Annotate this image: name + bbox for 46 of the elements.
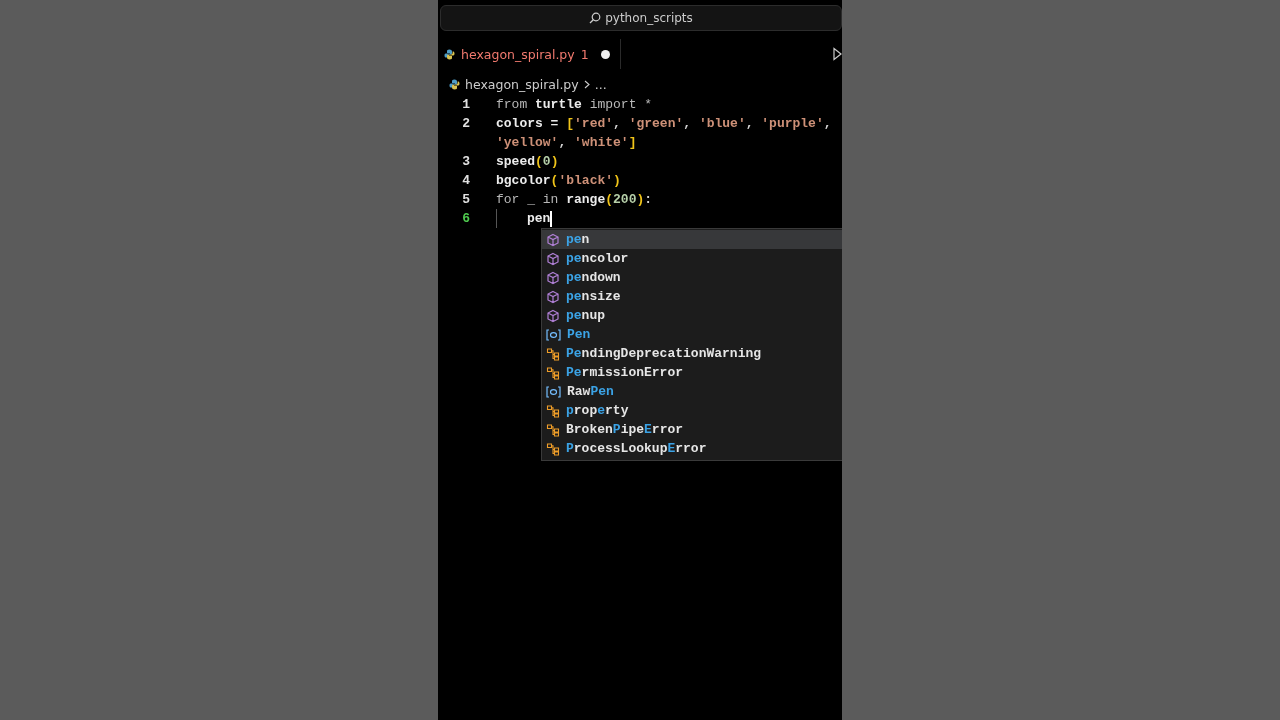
- text-cursor: [550, 210, 553, 227]
- python-icon: [444, 48, 455, 60]
- line-number: 1: [461, 96, 470, 114]
- suggestion-item[interactable]: ProcessLookupError: [542, 439, 842, 458]
- class-icon: [546, 365, 560, 380]
- code-line: bgcolor('black'): [496, 172, 621, 190]
- suggestion-item[interactable]: pencolor: [542, 249, 842, 268]
- search-icon: [589, 12, 602, 24]
- suggestion-item[interactable]: pensize: [542, 287, 842, 306]
- suggestion-item[interactable]: penup: [542, 306, 842, 325]
- code-line: from turtle import *: [496, 96, 653, 114]
- class-icon: [546, 403, 560, 418]
- suggestion-item[interactable]: PermissionError: [542, 363, 842, 382]
- chevron-icon: [583, 79, 590, 89]
- code-line: for _ in range(200):: [496, 191, 653, 209]
- suggestion-item[interactable]: pen: [542, 230, 842, 249]
- line-number: 2: [461, 115, 470, 133]
- run-icon[interactable]: [833, 47, 842, 61]
- search-text: python_scripts: [605, 11, 693, 25]
- cube-icon: [546, 270, 560, 285]
- suggestion-item[interactable]: RawPen: [542, 382, 842, 401]
- cube-icon: [546, 232, 560, 247]
- line-number: 5: [461, 191, 470, 209]
- class-icon: [546, 441, 560, 456]
- class-icon: [546, 346, 560, 361]
- suggestion-item[interactable]: pendown: [542, 268, 842, 287]
- breadcrumb-item[interactable]: ...: [594, 76, 607, 92]
- search-field[interactable]: python_scripts: [440, 5, 842, 31]
- cube-icon: [546, 251, 560, 266]
- suggestion-item[interactable]: BrokenPipeError: [542, 420, 842, 439]
- cube-icon: [546, 308, 560, 323]
- class-icon: [546, 422, 560, 437]
- variable-icon: [546, 385, 561, 398]
- suggestion-item[interactable]: PendingDeprecationWarning: [542, 344, 842, 363]
- code-line: pen: [527, 210, 551, 228]
- variable-icon: [546, 328, 561, 341]
- line-number: 6: [461, 210, 470, 228]
- suggestion-item[interactable]: property: [542, 401, 842, 420]
- code-line: speed(0): [496, 153, 559, 171]
- line-number: 3: [461, 153, 470, 171]
- cube-icon: [546, 289, 560, 304]
- python-icon: [449, 78, 460, 90]
- suggestion-item[interactable]: Pen: [542, 325, 842, 344]
- line-number: 4: [461, 172, 470, 190]
- breadcrumb-item[interactable]: hexagon_spiral.py: [465, 76, 579, 92]
- code-line: colors = ['red', 'green', 'blue', 'purple', 'yellow', 'white']: [496, 115, 833, 152]
